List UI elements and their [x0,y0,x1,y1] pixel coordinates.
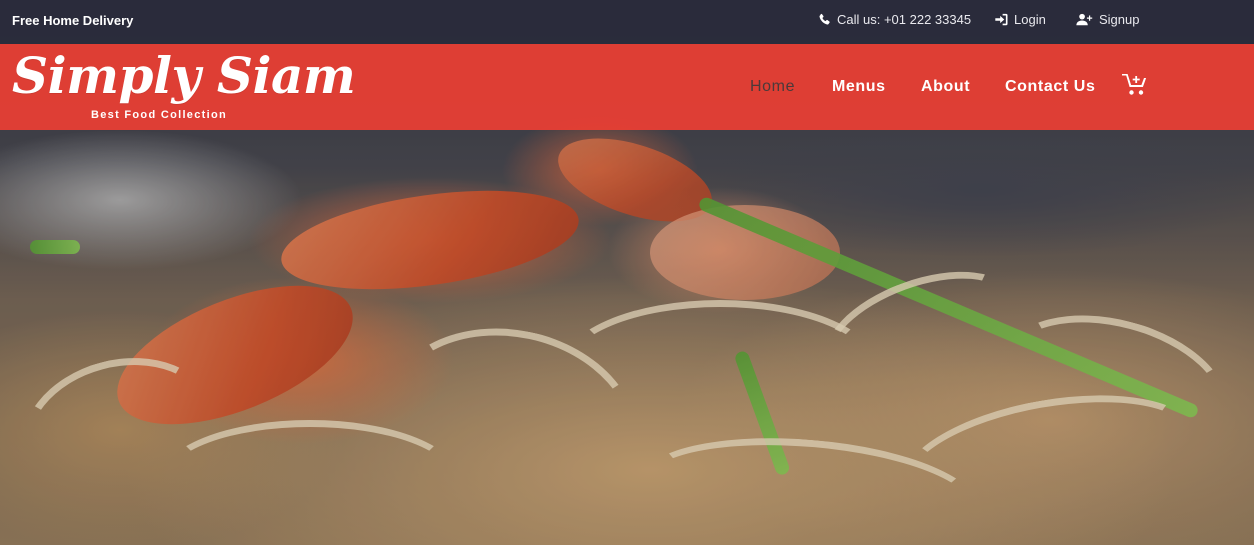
signup-link[interactable]: Signup [1076,12,1139,27]
phone-contact[interactable]: Call us: +01 222 33345 [818,12,971,27]
login-link[interactable]: Login [994,12,1046,27]
brand-name: Simply Siam [12,46,356,105]
phone-text: Call us: +01 222 33345 [837,12,972,27]
nav-menus[interactable]: Menus [832,78,886,96]
login-label: Login [1014,12,1046,27]
brand-logo[interactable]: Simply Siam Best Food Collection [12,46,356,128]
top-bar: Free Home Delivery Call us: +01 222 3334… [0,0,1254,44]
cart-plus-icon[interactable] [1122,74,1148,101]
sign-in-icon [994,13,1008,26]
nav-about[interactable]: About [921,78,970,96]
phone-icon [818,13,831,26]
free-delivery-text: Free Home Delivery [12,13,134,28]
signup-label: Signup [1099,12,1140,27]
nav-home[interactable]: Home [750,78,795,96]
user-plus-icon [1076,13,1093,26]
nav-contact-us[interactable]: Contact Us [1005,78,1095,96]
main-header: Simply Siam Best Food Collection Home Me… [0,44,1254,130]
brand-tagline: Best Food Collection [91,109,227,121]
